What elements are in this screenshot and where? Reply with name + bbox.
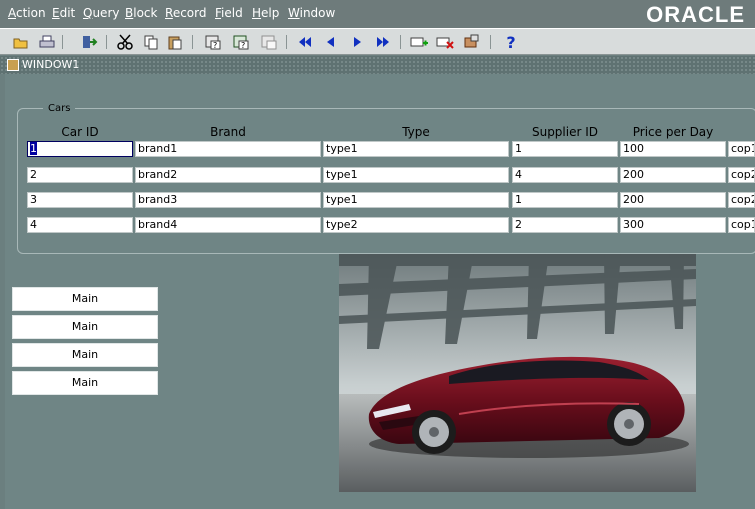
- main-button-3[interactable]: Main: [12, 343, 158, 367]
- price-per-day-field[interactable]: 100: [620, 141, 726, 157]
- supplier-id-field[interactable]: 4: [512, 167, 618, 183]
- car-id-field[interactable]: 3: [27, 192, 133, 208]
- brand-field[interactable]: brand3: [135, 192, 321, 208]
- column-header-supplier-id: Supplier ID: [531, 125, 599, 139]
- paste-icon[interactable]: [166, 33, 184, 51]
- supplier-id-field[interactable]: 1: [512, 141, 618, 157]
- column-header-type: Type: [402, 125, 430, 139]
- menu-query[interactable]: Query: [83, 6, 119, 20]
- menu-edit[interactable]: Edit: [52, 6, 75, 20]
- oracle-logo: ORACLE: [646, 2, 745, 27]
- extra-field[interactable]: cop2: [728, 192, 755, 208]
- car-id-field[interactable]: 4: [27, 217, 133, 233]
- extra-field[interactable]: cop2: [728, 167, 755, 183]
- menu-help[interactable]: Help: [252, 6, 279, 20]
- previous-record-icon[interactable]: [322, 33, 340, 51]
- car-image: [339, 254, 696, 492]
- lock-record-icon[interactable]: [462, 33, 480, 51]
- price-per-day-field[interactable]: 300: [620, 217, 726, 233]
- exit-icon[interactable]: [80, 33, 98, 51]
- menu-action[interactable]: Action: [8, 6, 46, 20]
- window-title: WINDOW1: [22, 58, 80, 71]
- column-header-price-per-day: Price per Day: [632, 125, 714, 139]
- toolbar-separator: [192, 35, 193, 49]
- extra-field[interactable]: cop1: [728, 217, 755, 233]
- toolbar-separator: [400, 35, 401, 49]
- next-record-icon[interactable]: [348, 33, 366, 51]
- price-per-day-field[interactable]: 200: [620, 192, 726, 208]
- cars-frame-title: Cars: [43, 103, 76, 114]
- column-header-brand: Brand: [210, 125, 246, 139]
- first-record-icon[interactable]: [296, 33, 314, 51]
- car-id-field[interactable]: 2: [27, 167, 133, 183]
- window-body: Cars Car ID Brand Type Supplier ID Price…: [5, 74, 755, 509]
- main-button-4[interactable]: Main: [12, 371, 158, 395]
- copy-icon[interactable]: [142, 33, 160, 51]
- supplier-id-field[interactable]: 1: [512, 192, 618, 208]
- svg-text:?: ?: [213, 41, 217, 50]
- toolbar-separator: [106, 35, 107, 49]
- toolbar-separator: [62, 35, 63, 49]
- main-button-1[interactable]: Main: [12, 287, 158, 311]
- type-field[interactable]: type1: [323, 167, 509, 183]
- brand-field[interactable]: brand1: [135, 141, 321, 157]
- menu-bar: Action Edit Query Block Record Field Hel…: [0, 0, 755, 28]
- window-icon: [7, 59, 19, 71]
- menu-window[interactable]: Window: [288, 6, 335, 20]
- type-field[interactable]: type1: [323, 192, 509, 208]
- toolbar-separator: [490, 35, 491, 49]
- help-icon[interactable]: ?: [502, 33, 520, 52]
- toolbar-separator: [286, 35, 287, 49]
- menu-field[interactable]: Field: [215, 6, 243, 20]
- type-field[interactable]: type2: [323, 217, 509, 233]
- cut-icon[interactable]: [116, 33, 134, 51]
- toolbar: ? ? ?: [0, 28, 755, 55]
- price-per-day-field[interactable]: 200: [620, 167, 726, 183]
- supplier-id-field[interactable]: 2: [512, 217, 618, 233]
- menu-block[interactable]: Block: [125, 6, 157, 20]
- delete-record-icon[interactable]: [436, 33, 454, 51]
- brand-field[interactable]: brand2: [135, 167, 321, 183]
- car-id-field[interactable]: 1: [27, 141, 133, 157]
- execute-query-icon[interactable]: ?: [232, 33, 250, 51]
- menu-record[interactable]: Record: [165, 6, 206, 20]
- enter-query-icon[interactable]: ?: [204, 33, 222, 51]
- column-header-car-id: Car ID: [61, 125, 99, 139]
- count-query-icon[interactable]: [260, 33, 278, 51]
- main-button-2[interactable]: Main: [12, 315, 158, 339]
- print-icon[interactable]: [38, 33, 56, 51]
- open-icon[interactable]: [12, 33, 30, 51]
- last-record-icon[interactable]: [374, 33, 392, 51]
- extra-field[interactable]: cop1: [728, 141, 755, 157]
- window-title-bar: WINDOW1: [0, 56, 755, 74]
- type-field[interactable]: type1: [323, 141, 509, 157]
- brand-field[interactable]: brand4: [135, 217, 321, 233]
- svg-text:?: ?: [241, 41, 245, 50]
- insert-record-icon[interactable]: [410, 33, 428, 51]
